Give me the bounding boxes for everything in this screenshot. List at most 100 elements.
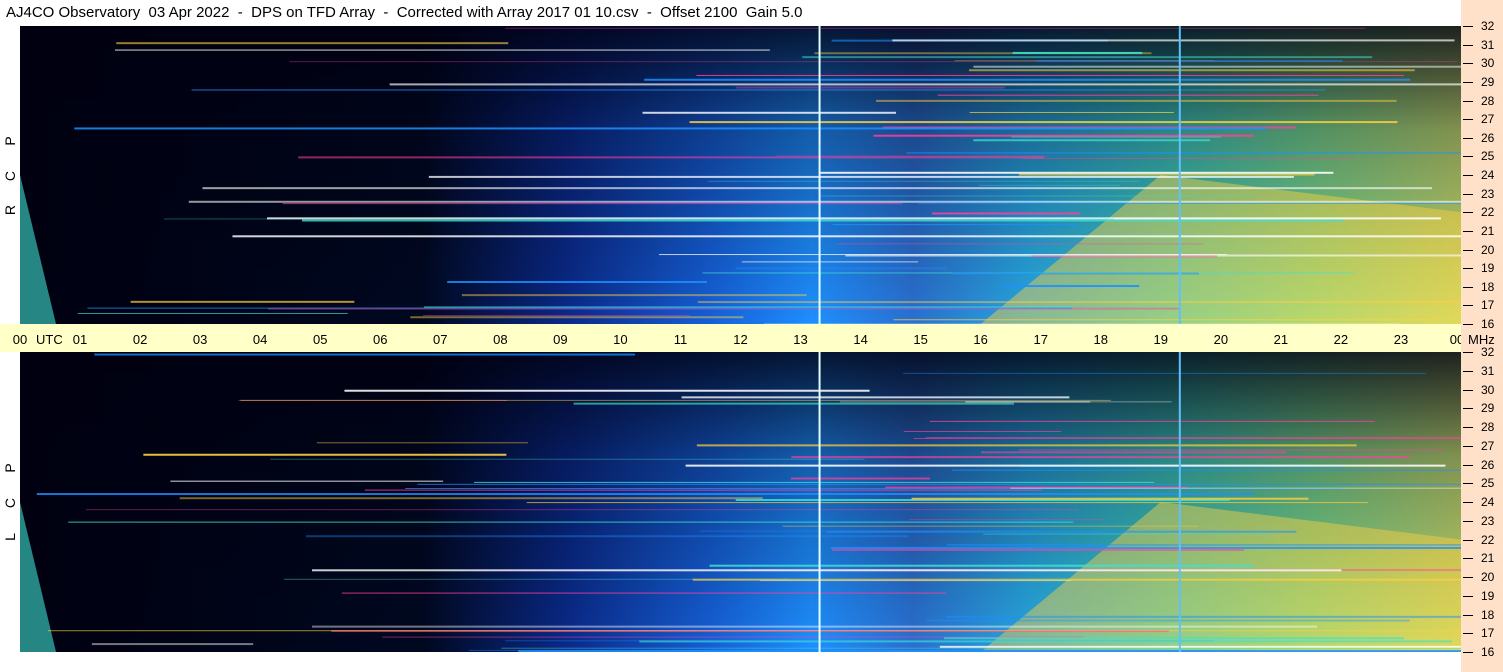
utc-unit-label: UTC xyxy=(36,332,63,347)
freq-tick-label: 19 xyxy=(1481,588,1495,603)
interference-band xyxy=(908,519,1104,521)
interference-band xyxy=(790,477,931,480)
utc-tick-label: 07 xyxy=(433,332,448,347)
utc-tick-label: 09 xyxy=(553,332,568,347)
utc-tick-label: 00 xyxy=(12,332,28,347)
freq-tick xyxy=(1463,464,1473,466)
interference-band xyxy=(130,300,355,303)
pol-label-bot-2: C xyxy=(2,497,18,509)
freq-tick xyxy=(1463,520,1473,522)
interference-band xyxy=(644,78,1411,81)
freq-tick xyxy=(1463,137,1473,139)
interference-band xyxy=(685,464,1446,467)
interference-band xyxy=(1021,157,1354,159)
interference-band xyxy=(341,592,946,594)
interference-band xyxy=(913,437,1461,439)
interference-band xyxy=(85,509,1079,511)
freq-tick-label: 22 xyxy=(1481,205,1495,220)
interference-band xyxy=(681,396,1070,399)
interference-band xyxy=(77,312,348,314)
interference-band xyxy=(298,156,1045,159)
pol-label-top-1: R xyxy=(2,204,18,216)
interference-band xyxy=(983,533,1273,535)
freq-tick xyxy=(1463,539,1473,541)
interference-band xyxy=(903,372,1426,374)
interference-band xyxy=(94,353,635,356)
interference-band xyxy=(939,645,1461,648)
interference-band xyxy=(270,458,865,460)
utc-tick-label: 21 xyxy=(1273,332,1289,347)
freq-tick xyxy=(1463,175,1473,176)
interference-band xyxy=(893,319,1440,321)
interference-band xyxy=(461,294,807,297)
interference-band xyxy=(170,480,444,482)
interference-band xyxy=(791,456,1410,459)
freq-tick-label: 18 xyxy=(1481,279,1495,294)
interference-band xyxy=(937,94,1319,96)
interference-band xyxy=(931,212,1081,215)
freq-tick xyxy=(1463,370,1473,372)
freq-tick-label: 18 xyxy=(1481,607,1495,622)
utc-tick-label: 08 xyxy=(493,332,508,347)
interference-band xyxy=(417,483,1461,485)
interference-band xyxy=(707,180,1140,182)
freq-tick-label: 27 xyxy=(1481,438,1495,453)
freq-tick xyxy=(1463,44,1473,46)
utc-axis: 00 01 02 03 04 05 06 07 08 09 10 11 12 13 14 15 16 17 18 19… xyxy=(0,324,1464,352)
freq-tick xyxy=(1463,81,1473,83)
pol-label-top-2: C xyxy=(2,170,18,182)
freq-tick xyxy=(1463,614,1473,616)
interference-band xyxy=(839,401,1172,403)
interference-band xyxy=(709,564,1254,567)
interference-band xyxy=(903,430,1062,432)
freq-tick xyxy=(1463,445,1473,447)
freq-tick-label: 32 xyxy=(1481,345,1495,359)
interference-band xyxy=(179,497,763,500)
interference-band xyxy=(926,619,1410,622)
freq-tick-label: 20 xyxy=(1481,570,1495,584)
freq-tick-label: 28 xyxy=(1481,420,1495,434)
interference-band xyxy=(782,525,1199,527)
freq-tick-label: 31 xyxy=(1481,363,1495,378)
interference-band xyxy=(47,630,1461,632)
utc-tick-label: 22 xyxy=(1333,332,1349,347)
freq-tick-label: 30 xyxy=(1481,382,1495,397)
freq-tick xyxy=(1463,286,1473,288)
freq-tick xyxy=(1463,100,1473,102)
interference-band xyxy=(68,521,1074,523)
utc-tick-label: 15 xyxy=(913,332,928,347)
freq-tick xyxy=(1463,558,1473,560)
spectrogram-rcp-svg xyxy=(20,26,1461,324)
freq-tick xyxy=(1463,577,1473,578)
interference-band xyxy=(164,218,1115,220)
interference-band xyxy=(946,544,1461,546)
interference-band xyxy=(306,535,909,538)
interference-band xyxy=(312,569,1342,572)
utc-tick-label: 02 xyxy=(132,332,148,347)
interference-band xyxy=(202,187,1432,190)
interference-band xyxy=(696,444,1357,447)
utc-tick-label: 14 xyxy=(853,332,868,347)
interference-band xyxy=(423,315,691,317)
interference-band xyxy=(143,453,507,456)
interference-band xyxy=(642,111,896,114)
freq-tick xyxy=(1463,212,1473,214)
interference-band xyxy=(364,489,1042,491)
interference-band xyxy=(741,261,919,263)
interference-band xyxy=(873,134,1254,137)
interference-band xyxy=(428,175,1294,178)
interference-band xyxy=(1002,285,1140,288)
interference-band xyxy=(232,235,1461,238)
interference-band xyxy=(969,111,1174,113)
utc-tick-label: 12 xyxy=(733,332,748,347)
freq-tick-label: 23 xyxy=(1481,513,1495,528)
freq-tick-label: 26 xyxy=(1481,130,1495,145)
freq-tick-label: 17 xyxy=(1481,626,1495,641)
interference-band xyxy=(423,306,1072,308)
utc-tick-label: 20 xyxy=(1213,332,1229,347)
utc-tick-label: 05 xyxy=(312,332,328,347)
vertical-marker-line xyxy=(818,26,821,324)
interference-band xyxy=(736,267,948,270)
interference-band xyxy=(389,83,1461,86)
freq-tick-label: 25 xyxy=(1481,476,1495,491)
